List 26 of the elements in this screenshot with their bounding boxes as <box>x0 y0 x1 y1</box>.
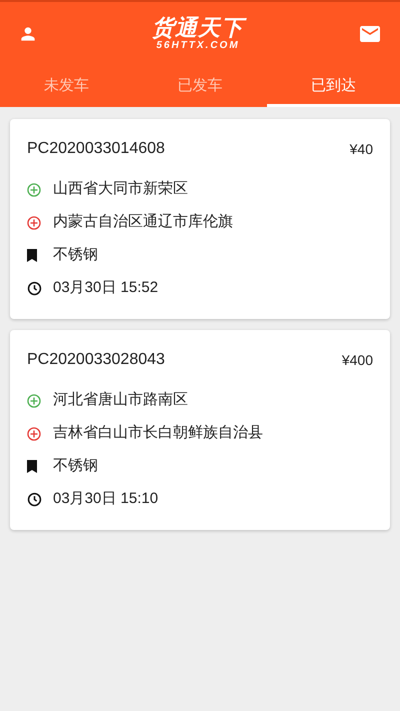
address-text: 河北省唐山市路南区 <box>53 390 188 410</box>
tab[interactable]: 未发车 <box>0 65 134 107</box>
target-icon <box>27 394 41 408</box>
time-text: 03月30日 15:52 <box>53 278 158 298</box>
order-number: PC2020033028043 <box>27 350 165 370</box>
price: ¥40 <box>350 140 373 158</box>
address-text: 吉林省白山市长白朝鲜族自治县 <box>53 423 263 444</box>
target-icon <box>27 182 41 196</box>
address-text: 山西省大同市新荣区 <box>53 179 188 200</box>
logo-subtitle: 56HTTX.COM <box>156 40 240 50</box>
time-text: 03月30日 15:10 <box>53 489 158 510</box>
cargo-text: 不锈钢 <box>53 456 98 476</box>
target-icon <box>27 426 41 440</box>
clock-icon <box>27 492 42 507</box>
clock-icon <box>27 281 42 296</box>
bookmark-icon <box>27 460 37 473</box>
order-card[interactable]: PC2020033014608 ¥40 山西省大同市新荣区 内蒙古自治区通辽市库伦旗 不锈钢 03月30日 15:52 <box>10 119 390 319</box>
cargo-text: 不锈钢 <box>53 245 98 266</box>
target-icon <box>27 216 41 230</box>
bookmark-icon <box>27 249 37 262</box>
tab[interactable]: 已发车 <box>133 65 267 107</box>
order-card[interactable]: PC2020033028043 ¥400 河北省唐山市路南区 吉林省白山市长白朝鲜族自治县 不锈钢 03月30日 15:10 <box>10 330 390 530</box>
order-number: PC2020033014608 <box>27 139 165 159</box>
tab[interactable]: 已到达 <box>266 65 400 107</box>
address-text: 内蒙古自治区通辽市库伦旗 <box>53 212 233 232</box>
price: ¥400 <box>342 350 373 370</box>
